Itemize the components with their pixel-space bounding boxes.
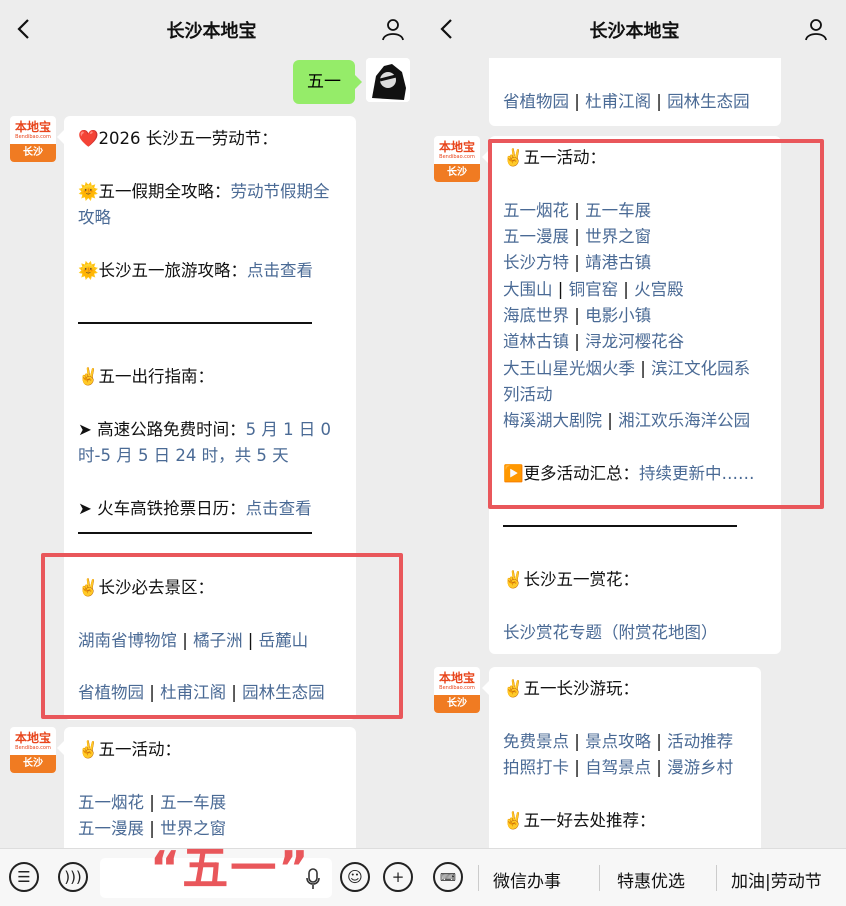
scenic-link[interactable]: 杜甫江阁 xyxy=(585,92,651,111)
travel-guide-link[interactable]: 点击查看 xyxy=(247,261,313,280)
holiday-guide-label: 🌞五一假期全攻略： xyxy=(78,182,231,201)
festival-heading: ❤️2026 长沙五一劳动节： xyxy=(78,129,278,148)
bot-avatar[interactable]: 本地宝 Bendibao.com 长沙 xyxy=(10,727,56,773)
menu-bar: ⌨ 微信办事 特惠优选 加油|劳动节 xyxy=(423,848,846,906)
left-chat-pane: 长沙本地宝 五一 本地宝 Bendibao.com 长沙 ❤️2026 长沙五一劳… xyxy=(0,0,423,906)
emoji-icon[interactable]: ☺ xyxy=(340,862,370,892)
highway-link[interactable]: 5 月 1 日 0 xyxy=(246,420,331,439)
right-chat-pane: 长沙本地宝 省植物园 | 杜甫江阁 | 园林生态园 本地宝 Bendibao.co… xyxy=(423,0,846,906)
avatar-brand: 本地宝 xyxy=(438,670,475,685)
avatar-brand: 本地宝 xyxy=(14,119,51,134)
message-bubble-play: ✌️五一长沙游玩： 免费景点 | 景点攻略 | 活动推荐 拍照打卡 | 自驾景点… xyxy=(482,667,761,867)
top-bar: 长沙本地宝 xyxy=(0,0,423,58)
play-link[interactable]: 景点攻略 xyxy=(585,732,651,751)
keyboard-icon[interactable]: ⌨ xyxy=(433,862,463,892)
profile-icon[interactable] xyxy=(804,17,828,41)
user-avatar-image xyxy=(366,58,410,102)
avatar-city: 长沙 xyxy=(434,164,480,182)
overlay-caption: “五一” xyxy=(150,841,311,895)
play-link[interactable]: 漫游乡村 xyxy=(667,758,733,777)
menu-item-deals[interactable]: 特惠优选 xyxy=(617,867,685,892)
recommend-heading: ✌️五一好去处推荐： xyxy=(503,811,656,830)
highway-label: ➤ 高速公路免费时间： xyxy=(78,420,246,439)
scenic-link[interactable]: 省植物园 xyxy=(503,92,569,111)
menu-list-icon[interactable]: ☰ xyxy=(9,862,39,892)
avatar-brand: 本地宝 xyxy=(438,139,475,154)
voice-toggle-icon[interactable]: ))) xyxy=(58,862,88,892)
play-link[interactable]: 活动推荐 xyxy=(667,732,733,751)
activity-link[interactable]: 五一漫展 xyxy=(78,819,144,838)
activity-link[interactable]: 五一车展 xyxy=(160,793,226,812)
chat-title: 长沙本地宝 xyxy=(589,21,680,42)
avatar-brand: 本地宝 xyxy=(14,730,51,745)
highlight-box xyxy=(488,139,824,509)
play-link[interactable]: 自驾景点 xyxy=(585,758,651,777)
menu-separator xyxy=(599,865,600,891)
user-avatar[interactable] xyxy=(366,58,410,102)
avatar-site: Bendibao.com xyxy=(15,133,51,140)
sent-message[interactable]: 五一 xyxy=(293,60,362,104)
activities-heading: ✌️五一活动： xyxy=(78,740,182,759)
menu-separator xyxy=(478,865,479,891)
bot-avatar[interactable]: 本地宝 Bendibao.com 长沙 xyxy=(434,136,480,182)
plus-icon[interactable]: + xyxy=(383,862,413,892)
holiday-guide-link-cont[interactable]: 攻略 xyxy=(78,205,111,231)
highlight-box xyxy=(41,553,403,719)
chat-title: 长沙本地宝 xyxy=(166,21,257,42)
play-heading: ✌️五一长沙游玩： xyxy=(503,679,640,698)
avatar-city: 长沙 xyxy=(434,695,480,713)
train-label: ➤ 火车高铁抢票日历： xyxy=(78,499,246,518)
top-bar: 长沙本地宝 xyxy=(423,0,846,58)
menu-item-labor-day[interactable]: 加油|劳动节 xyxy=(731,867,822,892)
bot-avatar[interactable]: 本地宝 Bendibao.com 长沙 xyxy=(10,116,56,162)
highway-link-cont[interactable]: 时-5 月 5 日 24 时，共 5 天 xyxy=(78,443,289,469)
divider xyxy=(503,525,737,527)
menu-item-wechat-services[interactable]: 微信办事 xyxy=(493,867,561,892)
divider xyxy=(78,322,312,324)
activity-link[interactable]: 五一烟花 xyxy=(78,793,144,812)
travel-guide-label: 🌞长沙五一旅游攻略： xyxy=(78,261,248,280)
avatar-site: Bendibao.com xyxy=(439,153,475,160)
play-link[interactable]: 免费景点 xyxy=(503,732,569,751)
avatar-city: 长沙 xyxy=(10,144,56,162)
scenic-link[interactable]: 园林生态园 xyxy=(667,92,750,111)
menu-separator xyxy=(716,865,717,891)
profile-icon[interactable] xyxy=(381,17,405,41)
flowers-heading: ✌️长沙五一赏花： xyxy=(503,570,640,589)
avatar-site: Bendibao.com xyxy=(439,684,475,691)
holiday-guide-link[interactable]: 劳动节假期全 xyxy=(231,182,330,201)
train-link[interactable]: 点击查看 xyxy=(246,499,312,518)
play-link[interactable]: 拍照打卡 xyxy=(503,758,569,777)
avatar-city: 长沙 xyxy=(10,755,56,773)
avatar-site: Bendibao.com xyxy=(15,744,51,751)
divider xyxy=(78,532,312,534)
flowers-link[interactable]: 长沙赏花专题（附赏花地图） xyxy=(503,620,718,646)
bot-avatar[interactable]: 本地宝 Bendibao.com 长沙 xyxy=(434,667,480,713)
travel-heading: ✌️五一出行指南： xyxy=(78,367,215,386)
